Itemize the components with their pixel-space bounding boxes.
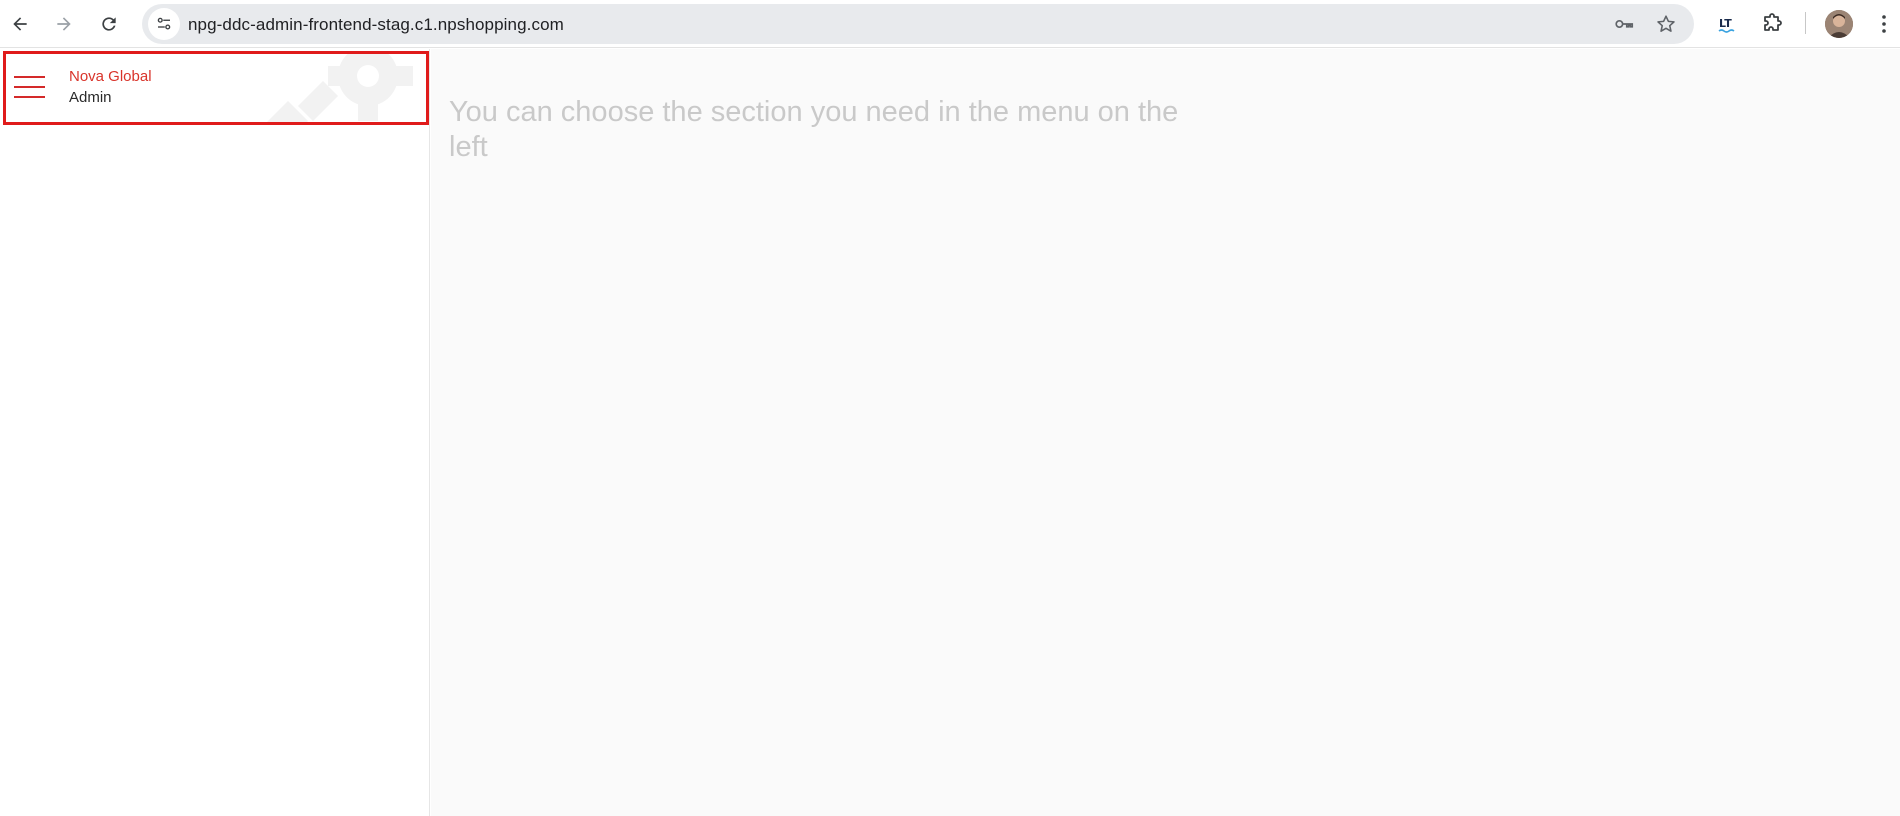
puzzle-icon [1764,13,1782,31]
toolbar-separator [1805,12,1806,34]
site-info-button[interactable] [148,8,180,40]
address-bar[interactable]: npg-ddc-admin-frontend-stag.c1.npshoppin… [142,4,1694,44]
back-button[interactable] [4,8,36,40]
hamburger-menu-icon[interactable] [14,74,46,100]
empty-state-message: You can choose the section you need in t… [449,96,1179,163]
main-content: You can choose the section you need in t… [431,49,1900,816]
browser-toolbar: npg-ddc-admin-frontend-stag.c1.npshoppin… [0,0,1900,48]
arrow-left-icon [13,17,27,31]
sidebar-header: Nova Global Admin [3,51,429,125]
gear-watermark-icon [267,54,413,122]
browser-menu-button[interactable] [1869,9,1899,39]
arrow-right-icon [57,17,71,31]
brand-name: Nova Global [69,68,152,85]
bookmark-button[interactable] [1654,12,1678,36]
svg-text:LT: LT [1719,17,1732,30]
password-key-button[interactable] [1612,12,1636,36]
profile-avatar[interactable] [1825,10,1853,38]
tune-icon [157,17,171,30]
star-icon [1657,15,1675,32]
more-vertical-icon [1882,15,1886,33]
admin-app: Nova Global Admin You can choose the sec… [0,49,1900,816]
key-icon [1615,19,1634,29]
lt-extension-icon: LT [1718,17,1735,33]
extensions-button[interactable] [1757,9,1787,39]
reload-button[interactable] [93,8,125,40]
sidebar: Nova Global Admin [0,49,430,816]
url-text[interactable]: npg-ddc-admin-frontend-stag.c1.npshoppin… [188,15,564,35]
languagetool-extension-button[interactable]: LT [1713,9,1743,39]
reload-icon [102,17,116,31]
brand-subtitle: Admin [69,89,112,106]
profile-photo-icon [1825,10,1853,38]
forward-button[interactable] [48,8,80,40]
